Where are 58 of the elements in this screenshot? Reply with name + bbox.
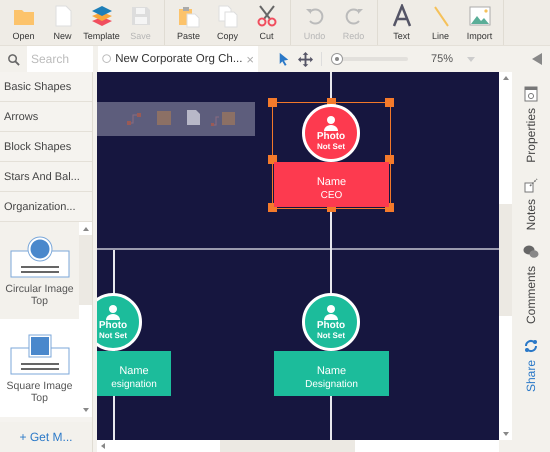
scissors-icon: [254, 4, 278, 28]
node-role: esignation: [111, 378, 157, 391]
toolbar-button[interactable]: Cut: [247, 0, 286, 45]
search-icon: [7, 52, 20, 66]
square-image-shape-icon: [8, 332, 70, 376]
diagram-canvas[interactable]: Photo Not Set Name CEO Photo Not Set Name esignation Photo Not Set Name Designation: [97, 72, 499, 440]
person-icon: [323, 304, 339, 320]
person-icon: [323, 114, 339, 130]
photo-label: Photo: [316, 320, 346, 330]
share-button[interactable]: Share: [522, 338, 538, 392]
node-name: Name: [316, 364, 346, 378]
toolbar-button[interactable]: Template: [82, 0, 121, 45]
properties-icon: [522, 86, 538, 102]
toolbar-button[interactable]: Text: [382, 0, 421, 45]
photo-label: Photo: [316, 130, 346, 142]
slider-thumb[interactable]: [330, 53, 343, 65]
photo-status: Not Set: [317, 142, 345, 152]
speech-bubbles-icon: [522, 244, 538, 260]
side-panel-tab[interactable]: Notes: [522, 176, 538, 230]
square-icon: [157, 111, 171, 125]
person-icon: [105, 304, 121, 320]
pointer-icon: [278, 52, 290, 66]
connector-icon: [127, 112, 142, 126]
share-icon: [522, 338, 538, 354]
zoom-level: 75%: [431, 53, 454, 65]
node-name: Name: [119, 364, 149, 378]
copy-icon: [216, 4, 240, 28]
document-tab[interactable]: New Corporate Org Ch... ×: [98, 46, 258, 72]
note-pencil-icon: [522, 176, 538, 193]
node-name: Name: [316, 175, 346, 189]
layers-icon: [90, 4, 114, 28]
document-icon: [187, 110, 200, 125]
circle-icon: [102, 54, 112, 64]
node-role: Designation: [305, 378, 358, 391]
circular-image-shape-icon: [8, 234, 70, 278]
clipboard-icon: [176, 4, 200, 28]
photo-status: Not Set: [99, 330, 127, 340]
toolbar-button[interactable]: Import: [460, 0, 499, 45]
node-role: CEO: [320, 189, 342, 202]
toolbar-button[interactable]: Paste: [169, 0, 208, 45]
side-panel-tab[interactable]: Properties: [522, 86, 538, 163]
photo-label: Photo: [98, 320, 128, 330]
tab-title: New Corporate Org Ch...: [115, 53, 242, 65]
shape-item[interactable]: Circular Image Top: [0, 222, 79, 319]
move-icon: [298, 52, 313, 66]
node-card[interactable]: Name CEO: [274, 162, 389, 207]
search-field[interactable]: Search: [27, 46, 93, 72]
toolbar-button[interactable]: Copy: [208, 0, 247, 45]
photo-status: Not Set: [317, 330, 345, 340]
toolbar-button[interactable]: New: [43, 0, 82, 45]
toolbar-button[interactable]: Line: [421, 0, 460, 45]
horizontal-scrollbar[interactable]: [97, 440, 499, 452]
square-icon: [222, 112, 235, 125]
connector-icon: [211, 114, 219, 126]
side-panel-tab[interactable]: Comments: [522, 244, 538, 324]
picture-icon: [468, 4, 492, 28]
vertical-scrollbar[interactable]: [499, 72, 512, 440]
toolbar-button[interactable]: Open: [4, 0, 43, 45]
